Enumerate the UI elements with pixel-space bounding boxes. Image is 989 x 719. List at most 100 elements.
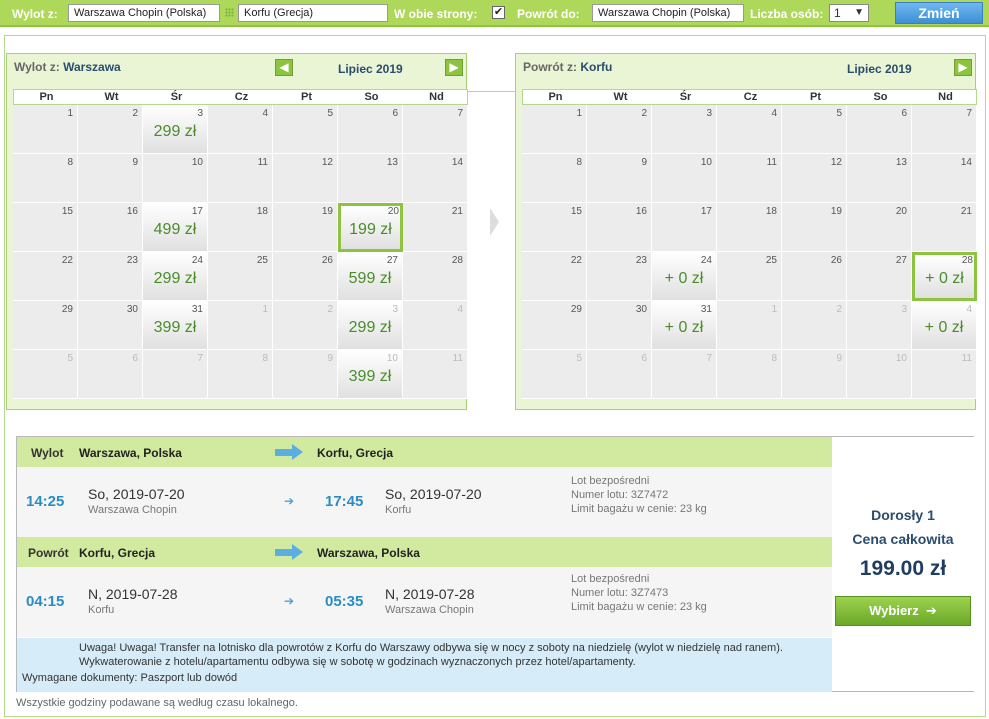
flight-info: Lot bezpośredni Numer lotu: 3Z7473 Limit…: [571, 572, 707, 614]
calendar-day: 4: [717, 105, 782, 154]
calendar-day: 29: [13, 301, 78, 350]
day-number: 16: [126, 206, 138, 217]
calendar-days: 1 2 3 299 zł 4 5 6 7 8 9 10 11 12 13 14 15 16 17 499 zł 18 1…: [13, 105, 468, 399]
day-number: 3: [706, 108, 712, 119]
calendar-day: 16: [78, 203, 143, 252]
day-number: 26: [321, 255, 333, 266]
calendar-day: 9: [782, 350, 847, 399]
weekday-label: So: [873, 91, 888, 103]
departure-airport: Korfu: [88, 604, 115, 616]
day-number: 8: [771, 353, 777, 364]
calendar-day: 9: [273, 350, 338, 399]
weekday-label: Pn: [548, 91, 563, 103]
day-number: 6: [392, 108, 398, 119]
calendar-day[interactable]: 4 + 0 zł: [912, 301, 977, 350]
calendar-month: Lipiec 2019: [847, 62, 912, 76]
return-leg-details: 04:15 N, 2019-07-28 Korfu ➔ 05:35 N, 201…: [17, 567, 832, 637]
weekday-label: Wt: [104, 91, 119, 103]
persons-value: 1: [834, 6, 841, 20]
calendar-day[interactable]: 3 299 zł: [338, 301, 403, 350]
day-number: 6: [641, 353, 647, 364]
calendar-day[interactable]: 31 399 zł: [143, 301, 208, 350]
persons-select[interactable]: 1 ▼: [829, 4, 869, 22]
calendar-day[interactable]: 24 + 0 zł: [652, 252, 717, 301]
day-number: 3: [392, 304, 398, 315]
calendar-day[interactable]: 27 599 zł: [338, 252, 403, 301]
timezone-note: Wszystkie godziny podawane są według cza…: [16, 697, 298, 709]
day-number: 5: [836, 108, 842, 119]
next-month-button[interactable]: ▶: [445, 59, 463, 76]
calendar-day: 7: [652, 350, 717, 399]
calendar-day[interactable]: 3 299 zł: [143, 105, 208, 154]
calendar-day: 11: [403, 350, 468, 399]
day-number: 22: [570, 255, 582, 266]
return-field[interactable]: Warszawa Chopin (Polska): [592, 4, 744, 22]
passenger-count: Dorosły 1: [871, 507, 935, 523]
persons-label: Liczba osób:: [750, 7, 824, 21]
calendar-day[interactable]: 28 + 0 zł: [912, 252, 977, 301]
calendar-day: 2: [587, 105, 652, 154]
day-number: 9: [836, 353, 842, 364]
calendar-day: 21: [912, 203, 977, 252]
calendar-day[interactable]: 17 499 zł: [143, 203, 208, 252]
change-button[interactable]: Zmień: [895, 2, 983, 24]
weekday-label: Pt: [301, 91, 312, 103]
calendar-day: 12: [782, 154, 847, 203]
day-number: 4: [771, 108, 777, 119]
day-number: 20: [895, 206, 907, 217]
calendar-day: 6: [847, 105, 912, 154]
arrival-airport: Korfu: [385, 504, 412, 516]
calendar-day[interactable]: 31 + 0 zł: [652, 301, 717, 350]
day-number: 20: [387, 206, 399, 217]
arrow-right-icon: ▶: [958, 60, 968, 74]
return-calendar: Powrót z: Korfu Lipiec 2019 ▶ Pn Wt Śr C…: [515, 53, 977, 410]
day-number: 3: [197, 108, 203, 119]
day-number: 15: [61, 206, 73, 217]
day-number: 21: [960, 206, 972, 217]
calendar-day: 22: [13, 252, 78, 301]
day-number: 27: [386, 255, 398, 266]
next-month-button[interactable]: ▶: [954, 59, 972, 76]
day-price: + 0 zł: [925, 270, 964, 287]
to-field[interactable]: Korfu (Grecja): [238, 4, 388, 22]
calendar-day[interactable]: 20 199 zł: [338, 203, 403, 252]
day-number: 18: [256, 206, 268, 217]
day-price: 299 zł: [153, 270, 197, 287]
calendar-day: 2: [273, 301, 338, 350]
calendar-day: 27: [847, 252, 912, 301]
arrival-time: 17:45: [325, 493, 364, 510]
day-number: 10: [386, 353, 398, 364]
calendar-day: 22: [522, 252, 587, 301]
from-field[interactable]: Warszawa Chopin (Polska): [68, 4, 220, 22]
calendar-day[interactable]: 24 299 zł: [143, 252, 208, 301]
roundtrip-checkbox[interactable]: ✔: [492, 6, 505, 19]
day-number: 11: [961, 353, 972, 364]
day-number: 2: [327, 304, 333, 315]
day-price: 499 zł: [153, 221, 197, 238]
day-number: 17: [191, 206, 203, 217]
calendar-title-city: Korfu: [580, 60, 613, 74]
day-number: 24: [191, 255, 203, 266]
calendar-day: 1: [13, 105, 78, 154]
calendar-day: 29: [522, 301, 587, 350]
day-price: 599 zł: [348, 270, 392, 287]
prev-month-button[interactable]: ◀: [275, 59, 293, 76]
transfer-warning: Uwaga! Uwaga! Transfer na lotnisko dla p…: [79, 642, 783, 668]
weekday-label: So: [364, 91, 379, 103]
baggage-limit: Limit bagażu w cenie: 23 kg: [571, 601, 707, 613]
calendar-title: Powrót z: Korfu: [523, 60, 612, 74]
choose-button[interactable]: Wybierz ➔: [835, 596, 971, 626]
calendar-day: 2: [78, 105, 143, 154]
day-number: 16: [635, 206, 647, 217]
day-number: 13: [386, 157, 398, 168]
total-price-label: Cena całkowita: [852, 531, 954, 547]
day-number: 2: [836, 304, 842, 315]
day-number: 26: [830, 255, 842, 266]
calendar-day[interactable]: 10 399 zł: [338, 350, 403, 399]
calendar-day: 6: [78, 350, 143, 399]
roundtrip-label: W obie strony:: [394, 7, 478, 21]
departure-date: N, 2019-07-28: [88, 586, 178, 602]
day-number: 10: [700, 157, 712, 168]
arrival-date: N, 2019-07-28: [385, 586, 475, 602]
calendar-day: 13: [338, 154, 403, 203]
